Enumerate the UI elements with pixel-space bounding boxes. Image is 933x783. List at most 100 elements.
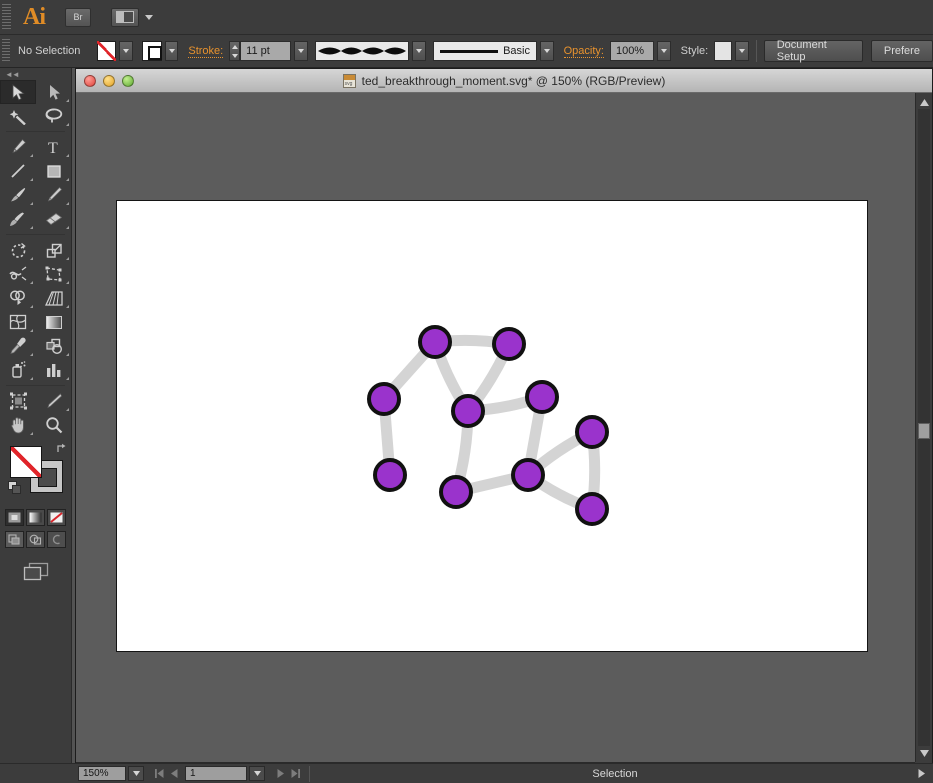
graphic-style-swatch[interactable]: [714, 41, 733, 61]
eraser-tool[interactable]: [36, 207, 72, 231]
bridge-button[interactable]: Br: [65, 7, 91, 27]
network-node[interactable]: [511, 458, 545, 492]
brush-definition-select[interactable]: Basic: [432, 41, 537, 61]
tools-grid-row1: [0, 80, 71, 128]
zoom-level-input[interactable]: 150%: [78, 766, 126, 781]
chevron-down-icon[interactable]: [145, 14, 153, 20]
last-artboard-button[interactable]: [288, 766, 303, 782]
width-tool[interactable]: [0, 262, 36, 286]
first-artboard-button[interactable]: [152, 766, 167, 782]
scroll-up-button[interactable]: [916, 95, 932, 109]
document-title-bar[interactable]: ted_breakthrough_moment.svg* @ 150% (RGB…: [76, 69, 932, 93]
arrange-documents-icon: [116, 11, 134, 23]
vertical-scrollbar[interactable]: [915, 93, 932, 762]
vertical-scroll-thumb[interactable]: [918, 423, 930, 439]
rectangle-tool[interactable]: [36, 159, 72, 183]
appbar-grip[interactable]: [2, 4, 11, 30]
lasso-tool[interactable]: [36, 104, 72, 128]
fill-color-swatch[interactable]: [10, 446, 42, 478]
fill-swatch[interactable]: [96, 41, 117, 61]
network-diagram-artwork[interactable]: [117, 201, 867, 651]
zoom-window-button[interactable]: [122, 74, 134, 87]
screen-mode-button[interactable]: [0, 562, 71, 581]
artboard-tool[interactable]: [0, 389, 36, 413]
stroke-dropdown-button[interactable]: [164, 41, 179, 61]
perspective-grid-tool[interactable]: [36, 286, 72, 310]
brush-dropdown-button[interactable]: [540, 41, 554, 61]
scale-tool[interactable]: [36, 238, 72, 262]
opacity-dropdown-button[interactable]: [657, 41, 671, 61]
swap-fill-stroke-icon[interactable]: [56, 443, 68, 455]
network-node[interactable]: [367, 382, 401, 416]
free-transform-tool[interactable]: [36, 262, 72, 286]
scroll-down-button[interactable]: [916, 746, 932, 760]
hand-tool[interactable]: [0, 413, 36, 437]
rotate-tool[interactable]: [0, 238, 36, 262]
stroke-weight-dropdown-button[interactable]: [294, 41, 308, 61]
opacity-input[interactable]: 100%: [609, 41, 655, 61]
window-controls: [84, 74, 134, 87]
mesh-tool[interactable]: [0, 310, 36, 334]
paintbrush-tool[interactable]: [0, 183, 36, 207]
symbol-sprayer-tool[interactable]: [0, 358, 36, 382]
network-edges: [378, 334, 601, 515]
pencil-tool[interactable]: [36, 183, 72, 207]
svg-file-icon: [342, 73, 356, 88]
blend-tool[interactable]: [36, 334, 72, 358]
shape-builder-tool[interactable]: [0, 286, 36, 310]
gradient-tool[interactable]: [36, 310, 72, 334]
controlbar-grip[interactable]: [2, 39, 11, 63]
color-button[interactable]: [5, 509, 24, 526]
fill-dropdown-button[interactable]: [119, 41, 133, 61]
network-node[interactable]: [418, 325, 452, 359]
tools-panel-collapse[interactable]: ◄◄: [0, 68, 71, 80]
artboard-number-input[interactable]: 1: [185, 766, 247, 781]
canvas-area[interactable]: [76, 93, 915, 762]
network-node[interactable]: [492, 327, 526, 361]
line-segment-tool[interactable]: [0, 159, 36, 183]
stroke-weight-input[interactable]: 11 pt: [240, 41, 292, 61]
document-setup-button[interactable]: Document Setup: [763, 39, 863, 63]
draw-behind-button[interactable]: [26, 531, 45, 548]
network-node[interactable]: [373, 458, 407, 492]
magic-wand-tool[interactable]: [0, 104, 36, 128]
direct-selection-tool[interactable]: [36, 80, 72, 104]
opacity-label[interactable]: Opacity:: [563, 45, 604, 58]
previous-artboard-button[interactable]: [167, 766, 182, 782]
gradient-button[interactable]: [26, 509, 45, 526]
network-node[interactable]: [439, 475, 473, 509]
stroke-weight-stepper[interactable]: [229, 41, 241, 61]
zoom-tool[interactable]: [36, 413, 72, 437]
blob-brush-tool[interactable]: [0, 207, 36, 231]
default-fill-stroke-icon[interactable]: [8, 481, 22, 495]
arrange-documents-button[interactable]: [111, 7, 139, 27]
network-node[interactable]: [525, 380, 559, 414]
width-profile-dropdown-button[interactable]: [412, 41, 426, 61]
eyedropper-tool[interactable]: [0, 334, 36, 358]
stroke-label[interactable]: Stroke:: [188, 45, 224, 58]
draw-normal-button[interactable]: [5, 531, 24, 548]
draw-inside-button[interactable]: [47, 531, 66, 548]
document-title-group: ted_breakthrough_moment.svg* @ 150% (RGB…: [76, 73, 932, 88]
none-button[interactable]: [47, 509, 66, 526]
zoom-level-dropdown-button[interactable]: [128, 766, 144, 781]
width-profile-uniform-icon: [318, 47, 407, 55]
pen-tool[interactable]: [0, 135, 36, 159]
artboard[interactable]: [117, 201, 867, 651]
network-node[interactable]: [451, 394, 485, 428]
style-dropdown-button[interactable]: [735, 41, 749, 61]
minimize-window-button[interactable]: [103, 74, 115, 87]
close-window-button[interactable]: [84, 74, 96, 87]
type-tool[interactable]: T: [36, 135, 72, 159]
stroke-swatch[interactable]: [141, 41, 162, 61]
artboard-number-dropdown-button[interactable]: [249, 766, 265, 781]
width-profile-select[interactable]: [315, 41, 410, 61]
next-artboard-button[interactable]: [273, 766, 288, 782]
network-node[interactable]: [575, 415, 609, 449]
network-node[interactable]: [575, 492, 609, 526]
selection-tool[interactable]: [0, 80, 36, 104]
preferences-button[interactable]: Prefere: [870, 40, 933, 62]
slice-tool[interactable]: [36, 389, 72, 413]
column-graph-tool[interactable]: [36, 358, 72, 382]
status-menu-button[interactable]: [914, 766, 929, 782]
